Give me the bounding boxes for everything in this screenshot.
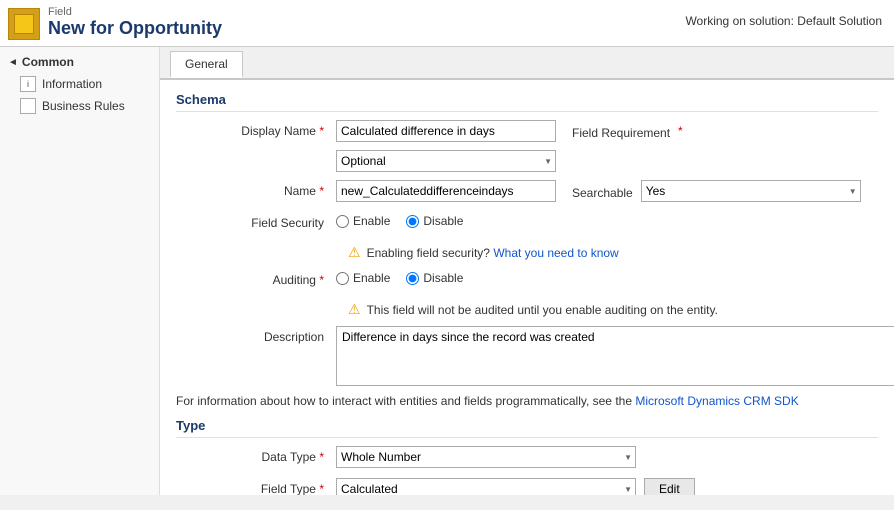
page-header: Field New for Opportunity Working on sol… [0, 0, 894, 47]
searchable-label: Searchable [564, 182, 633, 200]
working-on-label: Working on solution: Default Solution [685, 6, 882, 28]
name-label: Name * [176, 180, 336, 198]
sidebar-section-label: Common [22, 55, 74, 69]
header-left: Field New for Opportunity [8, 6, 222, 40]
auditing-disable: Disable [406, 271, 463, 285]
field-requirement-label: Field Requirement [564, 122, 670, 140]
sidebar: ◄ Common i Information Business Rules [0, 47, 160, 495]
field-security-enable: Enable [336, 214, 390, 228]
data-type-row: Data Type * Whole Number [176, 446, 878, 470]
auditing-disable-radio[interactable] [406, 272, 419, 285]
header-subtitle: Field [48, 6, 222, 18]
main-layout: ◄ Common i Information Business Rules Ge… [0, 47, 894, 495]
display-name-label: Display Name * [176, 120, 336, 138]
display-name-input[interactable] [336, 120, 556, 142]
searchable-select-wrap: Yes [641, 180, 861, 202]
display-name-required: * [319, 124, 324, 138]
auditing-enable-radio[interactable] [336, 272, 349, 285]
header-title: New for Opportunity [48, 18, 222, 39]
data-type-select-wrap: Whole Number [336, 446, 636, 468]
display-name-row: Display Name * Field Requirement * Optio… [176, 120, 878, 172]
field-security-enable-label: Enable [353, 214, 390, 228]
name-row: Name * Searchable Yes [176, 180, 878, 204]
schema-section-title: Schema [176, 92, 878, 112]
tab-general[interactable]: General [170, 51, 243, 78]
information-icon: i [20, 76, 36, 92]
auditing-label: Auditing * [176, 269, 336, 287]
edit-button[interactable]: Edit [644, 478, 695, 495]
sdk-note: For information about how to interact wi… [176, 394, 878, 408]
sidebar-arrow-icon: ◄ [8, 57, 18, 68]
display-name-fields: Field Requirement * Optional [336, 120, 878, 172]
description-field: Difference in days since the record was … [336, 326, 894, 386]
data-type-field: Whole Number [336, 446, 878, 468]
sidebar-item-information-label: Information [42, 77, 102, 91]
field-type-select-wrap: Calculated [336, 478, 636, 495]
field-security-label: Field Security [176, 212, 336, 230]
auditing-required: * [319, 273, 324, 287]
sdk-link[interactable]: Microsoft Dynamics CRM SDK [635, 394, 798, 408]
sidebar-section-common: ◄ Common [0, 51, 159, 73]
auditing-enable-label: Enable [353, 271, 390, 285]
description-label: Description [176, 326, 336, 344]
auditing-radios: Enable Disable [336, 269, 463, 285]
security-warning-link[interactable]: What you need to know [493, 246, 618, 260]
form-content: Schema Display Name * Field Requirement … [160, 80, 894, 495]
security-warning-text: Enabling field security? What you need t… [367, 246, 619, 260]
field-security-radios: Enable Disable [336, 212, 463, 228]
field-security-disable: Disable [406, 214, 463, 228]
data-type-select[interactable]: Whole Number [336, 446, 636, 468]
security-warning-row: ⚠ Enabling field security? What you need… [348, 244, 878, 261]
field-security-field: Enable Disable [336, 212, 878, 228]
field-type-select[interactable]: Calculated [336, 478, 636, 495]
auditing-row: Auditing * Enable Disable [176, 269, 878, 293]
auditing-warning-row: ⚠ This field will not be audited until y… [348, 301, 878, 318]
field-type-row: Field Type * Calculated Edit [176, 478, 878, 495]
business-rules-icon [20, 98, 36, 114]
field-requirement-required: * [678, 124, 683, 138]
tab-bar: General [160, 47, 894, 80]
header-title-block: Field New for Opportunity [48, 6, 222, 39]
sidebar-item-business-rules[interactable]: Business Rules [0, 95, 159, 117]
sidebar-item-business-rules-label: Business Rules [42, 99, 125, 113]
field-requirement-select-wrap: Optional [336, 150, 556, 172]
field-requirement-select[interactable]: Optional [336, 150, 556, 172]
auditing-disable-label: Disable [423, 271, 463, 285]
entity-icon [8, 8, 40, 40]
main-content: General Schema Display Name * Field Requ… [160, 47, 894, 495]
name-input[interactable] [336, 180, 556, 202]
searchable-select[interactable]: Yes [641, 180, 861, 202]
field-security-disable-label: Disable [423, 214, 463, 228]
auditing-enable: Enable [336, 271, 390, 285]
data-type-label: Data Type * [176, 446, 336, 464]
description-row: Description Difference in days since the… [176, 326, 878, 386]
field-security-disable-radio[interactable] [406, 215, 419, 228]
name-required: * [319, 184, 324, 198]
name-fields: Searchable Yes [336, 180, 878, 202]
auditing-field: Enable Disable [336, 269, 878, 285]
security-warning-icon: ⚠ [348, 244, 361, 261]
field-security-enable-radio[interactable] [336, 215, 349, 228]
auditing-warning-text: This field will not be audited until you… [367, 303, 718, 317]
field-type-label: Field Type * [176, 478, 336, 495]
description-textarea[interactable]: Difference in days since the record was … [336, 326, 894, 386]
sidebar-item-information[interactable]: i Information [0, 73, 159, 95]
type-section-title: Type [176, 418, 878, 438]
field-type-field: Calculated Edit [336, 478, 878, 495]
auditing-warning-icon: ⚠ [348, 301, 361, 318]
field-security-row: Field Security Enable Disable [176, 212, 878, 236]
